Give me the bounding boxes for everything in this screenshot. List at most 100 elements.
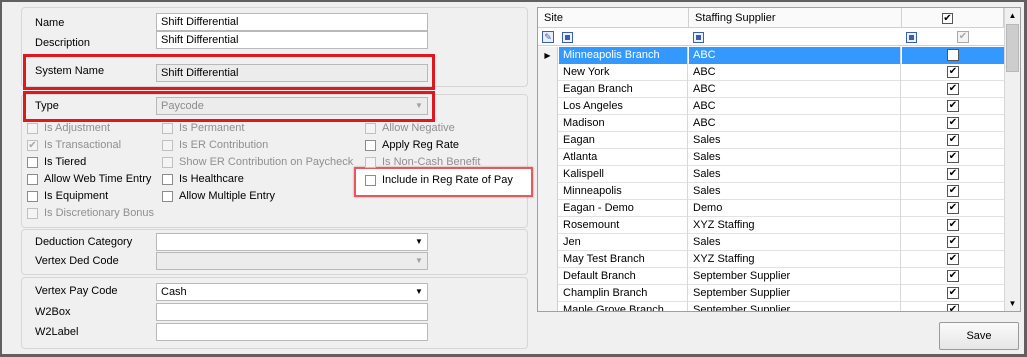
allow-multiple-entry-checkbox[interactable]: Allow Multiple Entry <box>162 190 275 205</box>
row-select-checkbox[interactable]: ✔ <box>947 49 959 61</box>
row-select-checkbox[interactable]: ✔ <box>947 202 959 214</box>
name-input[interactable]: Shift Differential <box>156 13 428 31</box>
filter-operator-icon[interactable] <box>906 32 917 43</box>
table-row[interactable]: Eagan Branch ABC ✔ <box>538 81 1004 98</box>
row-select-checkbox[interactable]: ✔ <box>947 168 959 180</box>
site-cell[interactable]: Kalispell <box>559 166 688 183</box>
row-header[interactable] <box>538 200 558 217</box>
is-discretionary-bonus-checkbox[interactable]: Is Discretionary Bonus <box>27 207 154 222</box>
site-cell[interactable]: Los Angeles <box>559 98 688 115</box>
table-row[interactable]: Eagan Sales ✔ <box>538 132 1004 149</box>
row-select-checkbox[interactable]: ✔ <box>947 100 959 112</box>
row-header[interactable] <box>538 149 558 166</box>
site-cell[interactable]: Atlanta <box>559 149 688 166</box>
row-header[interactable] <box>538 183 558 200</box>
system-name-input[interactable]: Shift Differential <box>156 64 428 82</box>
row-header[interactable] <box>538 285 558 302</box>
row-header[interactable] <box>538 64 558 81</box>
table-row[interactable]: New York ABC ✔ <box>538 64 1004 81</box>
site-cell[interactable]: Eagan - Demo <box>559 200 688 217</box>
table-row[interactable]: Atlanta Sales ✔ <box>538 149 1004 166</box>
apply-reg-rate-checkbox[interactable]: Apply Reg Rate <box>365 139 459 154</box>
site-cell[interactable]: Minneapolis Branch <box>559 47 688 64</box>
site-cell[interactable]: Eagan <box>559 132 688 149</box>
vertex-ded-code-select[interactable]: ▼ <box>156 252 428 270</box>
supplier-cell[interactable]: September Supplier <box>689 268 901 285</box>
row-header[interactable] <box>538 234 558 251</box>
row-select-checkbox[interactable]: ✔ <box>947 185 959 197</box>
table-row[interactable]: Kalispell Sales ✔ <box>538 166 1004 183</box>
is-adjustment-checkbox[interactable]: Is Adjustment <box>27 122 110 137</box>
table-row[interactable]: Minneapolis Sales ✔ <box>538 183 1004 200</box>
site-cell[interactable]: Madison <box>559 115 688 132</box>
supplier-cell[interactable]: September Supplier <box>689 302 901 311</box>
row-select-checkbox[interactable]: ✔ <box>947 219 959 231</box>
scroll-up-icon[interactable]: ▲ <box>1005 8 1020 23</box>
row-header[interactable] <box>538 302 558 311</box>
supplier-cell[interactable]: ABC <box>689 98 901 115</box>
allow-web-time-entry-checkbox[interactable]: Allow Web Time Entry <box>27 173 151 188</box>
supplier-cell[interactable]: XYZ Staffing <box>689 217 901 234</box>
supplier-cell[interactable]: ABC <box>689 47 901 64</box>
row-header[interactable] <box>538 98 558 115</box>
supplier-cell[interactable]: XYZ Staffing <box>689 251 901 268</box>
include-in-reg-rate-checkbox[interactable]: Include in Reg Rate of Pay <box>365 174 513 189</box>
table-row[interactable]: ▶ Minneapolis Branch ABC ✔ <box>538 47 1004 64</box>
is-permanent-checkbox[interactable]: Is Permanent <box>162 122 244 137</box>
site-cell[interactable]: Eagan Branch <box>559 81 688 98</box>
table-row[interactable]: Eagan - Demo Demo ✔ <box>538 200 1004 217</box>
show-er-contribution-checkbox[interactable]: Show ER Contribution on Paycheck <box>162 156 353 171</box>
supplier-cell[interactable]: Sales <box>689 234 901 251</box>
row-select-checkbox[interactable]: ✔ <box>947 134 959 146</box>
is-non-cash-benefit-checkbox[interactable]: Is Non-Cash Benefit <box>365 156 480 171</box>
deduction-category-select[interactable]: ▼ <box>156 233 428 251</box>
row-header[interactable] <box>538 217 558 234</box>
table-row[interactable]: Champlin Branch September Supplier ✔ <box>538 285 1004 302</box>
is-healthcare-checkbox[interactable]: Is Healthcare <box>162 173 244 188</box>
row-header[interactable] <box>538 132 558 149</box>
row-select-checkbox[interactable]: ✔ <box>947 66 959 78</box>
row-header[interactable] <box>538 268 558 285</box>
supplier-cell[interactable]: ABC <box>689 64 901 81</box>
supplier-cell[interactable]: ABC <box>689 81 901 98</box>
site-cell[interactable]: Default Branch <box>559 268 688 285</box>
table-row[interactable]: Madison ABC ✔ <box>538 115 1004 132</box>
row-pointer-icon[interactable]: ▶ <box>538 47 558 64</box>
filter-clear-icon[interactable]: ✎ <box>542 31 554 43</box>
allow-negative-checkbox[interactable]: Allow Negative <box>365 122 455 137</box>
column-header-select[interactable]: ✔ <box>902 8 1004 28</box>
is-equipment-checkbox[interactable]: Is Equipment <box>27 190 108 205</box>
supplier-cell[interactable]: Sales <box>689 132 901 149</box>
vertex-pay-code-select[interactable]: Cash ▼ <box>156 283 428 301</box>
row-select-checkbox[interactable]: ✔ <box>947 83 959 95</box>
w2label-input[interactable] <box>156 323 428 341</box>
save-button[interactable]: Save <box>939 322 1019 350</box>
supplier-cell[interactable]: Sales <box>689 166 901 183</box>
filter-operator-icon[interactable] <box>562 32 573 43</box>
w2box-input[interactable] <box>156 303 428 321</box>
row-header[interactable] <box>538 166 558 183</box>
site-cell[interactable]: Jen <box>559 234 688 251</box>
row-select-checkbox[interactable]: ✔ <box>947 236 959 248</box>
vertical-scrollbar[interactable]: ▲ ▼ <box>1004 8 1020 311</box>
scroll-thumb[interactable] <box>1006 24 1019 72</box>
row-header[interactable] <box>538 115 558 132</box>
is-tiered-checkbox[interactable]: Is Tiered <box>27 156 86 171</box>
type-select[interactable]: Paycode ▼ <box>156 97 428 115</box>
description-input[interactable]: Shift Differential <box>156 31 428 49</box>
row-select-checkbox[interactable]: ✔ <box>947 151 959 163</box>
site-cell[interactable]: New York <box>559 64 688 81</box>
table-row[interactable]: Los Angeles ABC ✔ <box>538 98 1004 115</box>
row-select-checkbox[interactable]: ✔ <box>947 304 959 311</box>
supplier-cell[interactable]: September Supplier <box>689 285 901 302</box>
filter-operator-icon[interactable] <box>693 32 704 43</box>
table-row[interactable]: Default Branch September Supplier ✔ <box>538 268 1004 285</box>
row-select-checkbox[interactable]: ✔ <box>947 117 959 129</box>
row-header[interactable] <box>538 251 558 268</box>
filter-check-icon[interactable]: ✔ <box>957 31 969 43</box>
scroll-down-icon[interactable]: ▼ <box>1005 296 1020 311</box>
table-row[interactable]: Jen Sales ✔ <box>538 234 1004 251</box>
table-row[interactable]: May Test Branch XYZ Staffing ✔ <box>538 251 1004 268</box>
supplier-cell[interactable]: Demo <box>689 200 901 217</box>
is-transactional-checkbox[interactable]: ✔ Is Transactional <box>27 139 121 154</box>
